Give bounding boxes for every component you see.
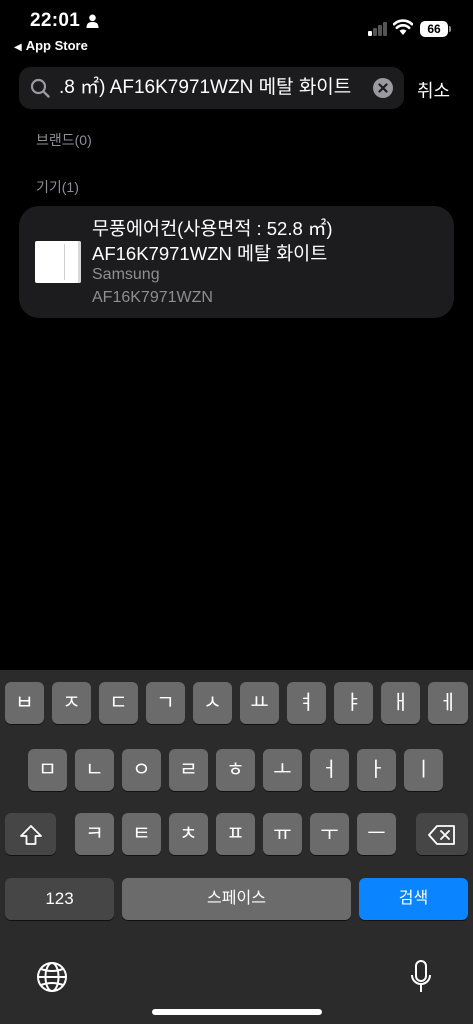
key[interactable]: ㅕ [287,682,326,724]
device-title: 무풍에어컨(사용면적 : 52.8 ㎡) AF16K7971WZN 메탈 화이트 [92,216,442,266]
wifi-icon [393,19,413,35]
key[interactable]: ㅁ [28,749,67,791]
device-model: AF16K7971WZN [92,289,213,306]
key[interactable]: ㄷ [99,682,138,724]
key[interactable]: ㅓ [310,749,349,791]
key[interactable]: ㅣ [404,749,443,791]
key[interactable]: ㅛ [240,682,279,724]
key[interactable]: ㅈ [52,682,91,724]
key[interactable]: ㅋ [75,813,114,855]
device-title-line1: 무풍에어컨(사용면적 : 52.8 ㎡) [92,218,333,239]
cellular-signal-icon [368,22,388,36]
key[interactable]: ㄹ [169,749,208,791]
device-title-line2: AF16K7971WZN 메탈 화이트 [92,243,328,264]
cancel-button[interactable]: 취소 [417,77,450,103]
key[interactable]: ㅂ [5,682,44,724]
key[interactable]: ㅊ [169,813,208,855]
key[interactable]: ㅑ [334,682,373,724]
search-key[interactable]: 검색 [359,878,468,920]
key[interactable]: ㄱ [146,682,185,724]
search-input[interactable]: .8 ㎡) AF16K7971WZN 메탈 화이트 [59,67,359,109]
globe-icon[interactable] [35,960,69,994]
search-icon [30,78,50,98]
search-field[interactable]: .8 ㎡) AF16K7971WZN 메탈 화이트 [19,67,404,109]
key[interactable]: ㅎ [216,749,255,791]
search-input-text: .8 ㎡) AF16K7971WZN 메탈 화이트 [59,77,352,98]
back-triangle-icon: ◀ [14,42,22,53]
home-indicator [152,1009,322,1015]
backspace-key[interactable] [416,813,468,855]
key[interactable]: ㅔ [428,682,468,724]
back-to-app-store[interactable]: ◀ App Store [14,38,88,53]
key[interactable]: ㅠ [263,813,302,855]
devices-section-label: 기기(1) [36,179,79,195]
battery-icon: 66 [420,21,448,37]
key[interactable]: ㅏ [357,749,396,791]
battery-nub [449,26,451,32]
key[interactable]: ㅜ [310,813,349,855]
key[interactable]: ㅡ [357,813,396,855]
clear-icon[interactable] [373,78,393,98]
key[interactable]: ㅗ [263,749,302,791]
key[interactable]: ㅇ [122,749,161,791]
space-key[interactable]: 스페이스 [122,878,351,920]
numbers-key[interactable]: 123 [5,878,114,920]
key[interactable]: ㅌ [122,813,161,855]
key[interactable]: ㅐ [381,682,420,724]
status-bar: 22:01 ◀ App Store 66 [0,0,473,62]
device-result-item[interactable]: 무풍에어컨(사용면적 : 52.8 ㎡) AF16K7971WZN 메탈 화이트… [19,206,454,318]
device-brand: Samsung [92,266,160,283]
device-thumbnail [35,241,81,283]
back-app-label: App Store [25,38,88,53]
shift-arrow-icon [19,824,42,845]
shift-key[interactable] [5,813,56,855]
backspace-icon [428,824,455,845]
microphone-icon[interactable] [410,959,432,995]
status-time: 22:01 [30,10,81,31]
key[interactable]: ㅅ [193,682,232,724]
person-icon [86,14,99,28]
keyboard: ㅂ ㅈ ㄷ ㄱ ㅅ ㅛ ㅕ ㅑ ㅐ ㅔ ㅁ ㄴ ㅇ ㄹ ㅎ ㅗ ㅓ ㅏ ㅣ ㅋ … [0,670,473,1024]
key[interactable]: ㄴ [75,749,114,791]
brands-section-label: 브랜드(0) [36,132,92,148]
key[interactable]: ㅍ [216,813,255,855]
